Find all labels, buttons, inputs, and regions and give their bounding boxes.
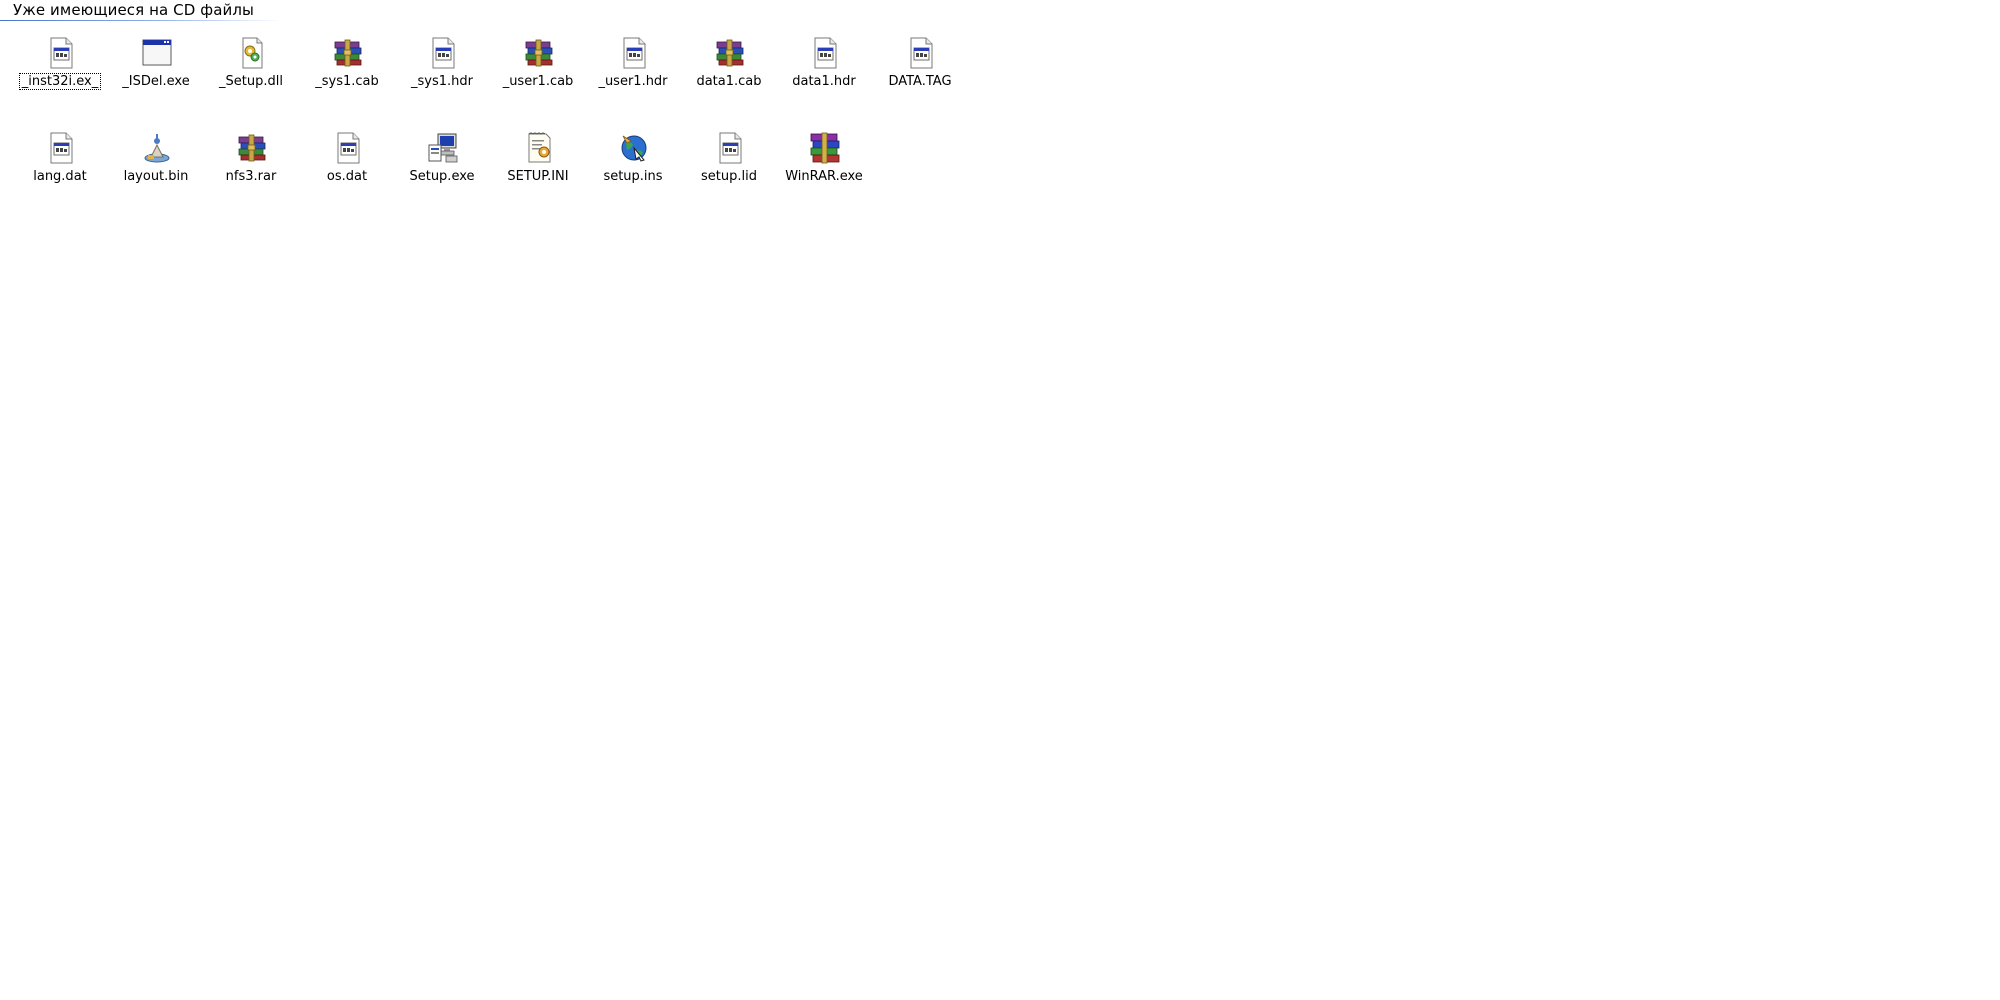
file-label: _Setup.dll bbox=[206, 73, 296, 90]
winrar-app-icon bbox=[808, 131, 842, 165]
generic-file-icon bbox=[904, 36, 938, 70]
file-label: _ISDel.exe bbox=[111, 73, 201, 90]
generic-file-icon bbox=[713, 131, 747, 165]
group-title: Уже имеющиеся на CD файлы bbox=[13, 1, 254, 19]
file-label: _user1.cab bbox=[493, 73, 583, 90]
application-window-icon bbox=[140, 36, 174, 70]
file-name: lang.dat bbox=[33, 169, 87, 184]
file-label: SETUP.INI bbox=[493, 168, 583, 185]
file-label: _sys1.hdr bbox=[397, 73, 487, 90]
ini-settings-icon bbox=[522, 131, 556, 165]
file-name: DATA.TAG bbox=[888, 74, 952, 89]
file-name: _user1.hdr bbox=[598, 74, 668, 89]
file-label: data1.cab bbox=[684, 73, 774, 90]
file-name: SETUP.INI bbox=[507, 169, 569, 184]
file-name: _inst32i.ex_ bbox=[18, 73, 102, 90]
file-name: os.dat bbox=[326, 169, 368, 184]
file-item[interactable]: _ISDel.exe bbox=[111, 36, 201, 106]
file-name: _sys1.hdr bbox=[411, 74, 473, 89]
file-item[interactable]: nfs3.rar bbox=[206, 131, 296, 201]
file-item[interactable]: lang.dat bbox=[15, 131, 105, 201]
file-item[interactable]: _inst32i.ex_ bbox=[15, 36, 105, 106]
file-label: DATA.TAG bbox=[875, 73, 965, 90]
file-name: nfs3.rar bbox=[225, 169, 277, 184]
setup-computer-icon bbox=[426, 131, 460, 165]
file-label: os.dat bbox=[302, 168, 392, 185]
file-item[interactable]: _Setup.dll bbox=[206, 36, 296, 106]
file-name: WinRAR.exe bbox=[785, 169, 863, 184]
file-name: setup.ins bbox=[603, 169, 663, 184]
dll-gear-icon bbox=[235, 36, 269, 70]
file-label: WinRAR.exe bbox=[779, 168, 869, 185]
file-label: _sys1.cab bbox=[302, 73, 392, 90]
file-item[interactable]: layout.bin bbox=[111, 131, 201, 201]
file-item[interactable]: setup.ins bbox=[588, 131, 678, 201]
file-name: _sys1.cab bbox=[315, 74, 379, 89]
file-item[interactable]: WinRAR.exe bbox=[779, 131, 869, 201]
file-label: layout.bin bbox=[111, 168, 201, 185]
file-item[interactable]: _user1.cab bbox=[493, 36, 583, 106]
winrar-archive-icon bbox=[522, 36, 556, 70]
file-name: data1.hdr bbox=[792, 74, 856, 89]
file-name: Setup.exe bbox=[409, 169, 475, 184]
winrar-archive-icon bbox=[235, 131, 269, 165]
installer-bin-icon bbox=[140, 131, 174, 165]
file-item[interactable]: setup.lid bbox=[684, 131, 774, 201]
file-item[interactable]: _sys1.cab bbox=[302, 36, 392, 106]
file-item[interactable]: _user1.hdr bbox=[588, 36, 678, 106]
group-divider bbox=[0, 20, 282, 21]
winrar-archive-icon bbox=[713, 36, 747, 70]
file-item[interactable]: _sys1.hdr bbox=[397, 36, 487, 106]
group-header: Уже имеющиеся на CD файлы bbox=[0, 0, 282, 22]
file-name: _ISDel.exe bbox=[122, 74, 190, 89]
file-name: setup.lid bbox=[701, 169, 757, 184]
file-label: lang.dat bbox=[15, 168, 105, 185]
generic-file-icon bbox=[617, 36, 651, 70]
globe-script-icon bbox=[617, 131, 651, 165]
file-name: _Setup.dll bbox=[219, 74, 283, 89]
file-item[interactable]: DATA.TAG bbox=[875, 36, 965, 106]
file-label: nfs3.rar bbox=[206, 168, 296, 185]
generic-file-icon bbox=[331, 131, 365, 165]
file-label: _user1.hdr bbox=[588, 73, 678, 90]
file-item[interactable]: data1.hdr bbox=[779, 36, 869, 106]
generic-file-icon bbox=[44, 131, 78, 165]
file-label: Setup.exe bbox=[397, 168, 487, 185]
generic-file-icon bbox=[44, 36, 78, 70]
file-label: setup.ins bbox=[588, 168, 678, 185]
generic-file-icon bbox=[426, 36, 460, 70]
file-label: _inst32i.ex_ bbox=[15, 73, 105, 90]
file-item[interactable]: data1.cab bbox=[684, 36, 774, 106]
file-item[interactable]: os.dat bbox=[302, 131, 392, 201]
file-name: data1.cab bbox=[696, 74, 762, 89]
file-name: _user1.cab bbox=[502, 74, 574, 89]
file-name: layout.bin bbox=[123, 169, 189, 184]
file-label: data1.hdr bbox=[779, 73, 869, 90]
generic-file-icon bbox=[808, 36, 842, 70]
file-label: setup.lid bbox=[684, 168, 774, 185]
file-item[interactable]: Setup.exe bbox=[397, 131, 487, 201]
winrar-archive-icon bbox=[331, 36, 365, 70]
file-item[interactable]: SETUP.INI bbox=[493, 131, 583, 201]
